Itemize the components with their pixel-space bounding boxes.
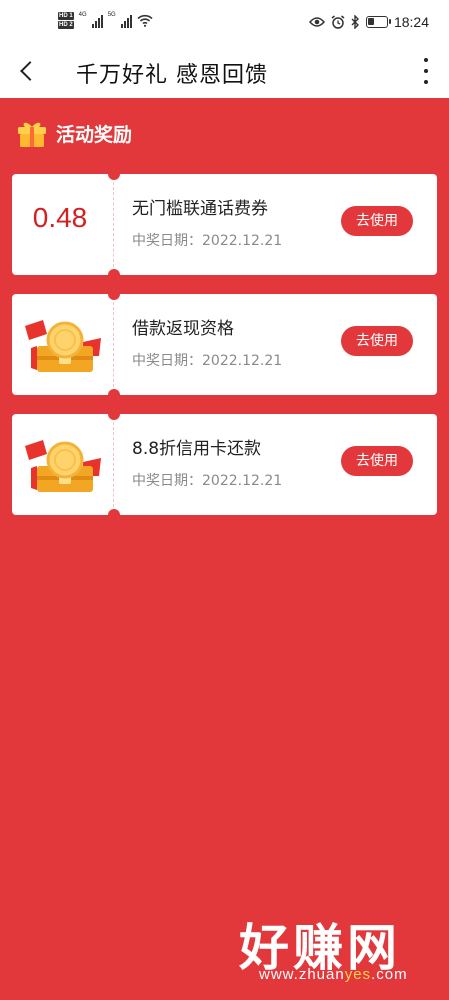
status-bar: HD 1 HD 2 4G 5G 18:24 xyxy=(0,0,449,44)
reward-name: 8.8折信用卡还款 xyxy=(132,439,262,459)
date-label: 中奖日期： xyxy=(132,233,202,249)
signal-icon-2 xyxy=(120,14,132,28)
battery-icon xyxy=(365,16,391,28)
card-notch xyxy=(108,288,120,300)
reward-date: 中奖日期：2022.12.21 xyxy=(132,230,282,250)
use-button[interactable]: 去使用 xyxy=(341,206,413,236)
date-label: 中奖日期： xyxy=(132,353,202,369)
card-notch xyxy=(108,509,120,521)
treasure-chest-icon xyxy=(25,440,101,492)
watermark: 好赚网 www.zhuanyes.com xyxy=(219,908,429,986)
section-title: 活动奖励 xyxy=(56,123,133,146)
reward-date: 中奖日期：2022.12.21 xyxy=(132,470,282,490)
watermark-url-highlight: yes xyxy=(344,966,372,983)
watermark-url-post: .com xyxy=(371,966,408,983)
more-options-button[interactable] xyxy=(421,58,431,84)
reward-card: 8.8折信用卡还款 中奖日期：2022.12.21 去使用 xyxy=(12,408,437,521)
bluetooth-icon xyxy=(351,15,359,29)
date-label: 中奖日期： xyxy=(132,473,202,489)
status-right: 18:24 xyxy=(308,14,429,30)
hd2-badge: HD 2 xyxy=(58,21,74,29)
card-divider xyxy=(113,422,114,507)
card-notch xyxy=(108,168,120,180)
card-notch xyxy=(108,269,120,281)
reward-card: 0.48 无门槛联通话费券 中奖日期：2022.12.21 去使用 xyxy=(12,168,437,281)
date-value: 2022.12.21 xyxy=(202,233,283,249)
date-value: 2022.12.21 xyxy=(202,473,283,489)
eye-icon xyxy=(308,17,325,27)
page-title: 千万好礼 感恩回馈 xyxy=(76,63,268,88)
gift-icon xyxy=(18,122,46,147)
card-divider xyxy=(113,302,114,387)
card-divider xyxy=(113,182,114,267)
wifi-icon xyxy=(137,14,153,27)
reward-name: 无门槛联通话费券 xyxy=(132,199,268,219)
network-type-1: 4G xyxy=(78,12,87,18)
network-type-2: 5G xyxy=(107,12,116,18)
card-notch xyxy=(108,389,120,401)
hd1-badge: HD 1 xyxy=(58,12,74,20)
date-value: 2022.12.21 xyxy=(202,353,283,369)
treasure-chest-icon xyxy=(25,320,101,372)
status-left: HD 1 HD 2 4G 5G xyxy=(58,12,153,29)
reward-card: 借款返现资格 中奖日期：2022.12.21 去使用 xyxy=(12,288,437,401)
back-button[interactable] xyxy=(14,58,40,84)
alarm-icon xyxy=(331,15,345,29)
clock: 18:24 xyxy=(393,14,429,30)
use-button[interactable]: 去使用 xyxy=(341,446,413,476)
reward-date: 中奖日期：2022.12.21 xyxy=(132,350,282,370)
use-button[interactable]: 去使用 xyxy=(341,326,413,356)
card-notch xyxy=(108,408,120,420)
watermark-url: www.zhuanyes.com xyxy=(259,966,408,983)
section-header: 活动奖励 xyxy=(16,118,132,148)
title-bar: 千万好礼 感恩回馈 xyxy=(0,44,449,98)
hd-badges: HD 1 HD 2 xyxy=(58,12,74,29)
reward-name: 借款返现资格 xyxy=(132,319,234,339)
signal-icon xyxy=(91,14,103,28)
watermark-url-pre: www.zhuan xyxy=(259,966,345,983)
reward-amount: 0.48 xyxy=(32,202,88,233)
